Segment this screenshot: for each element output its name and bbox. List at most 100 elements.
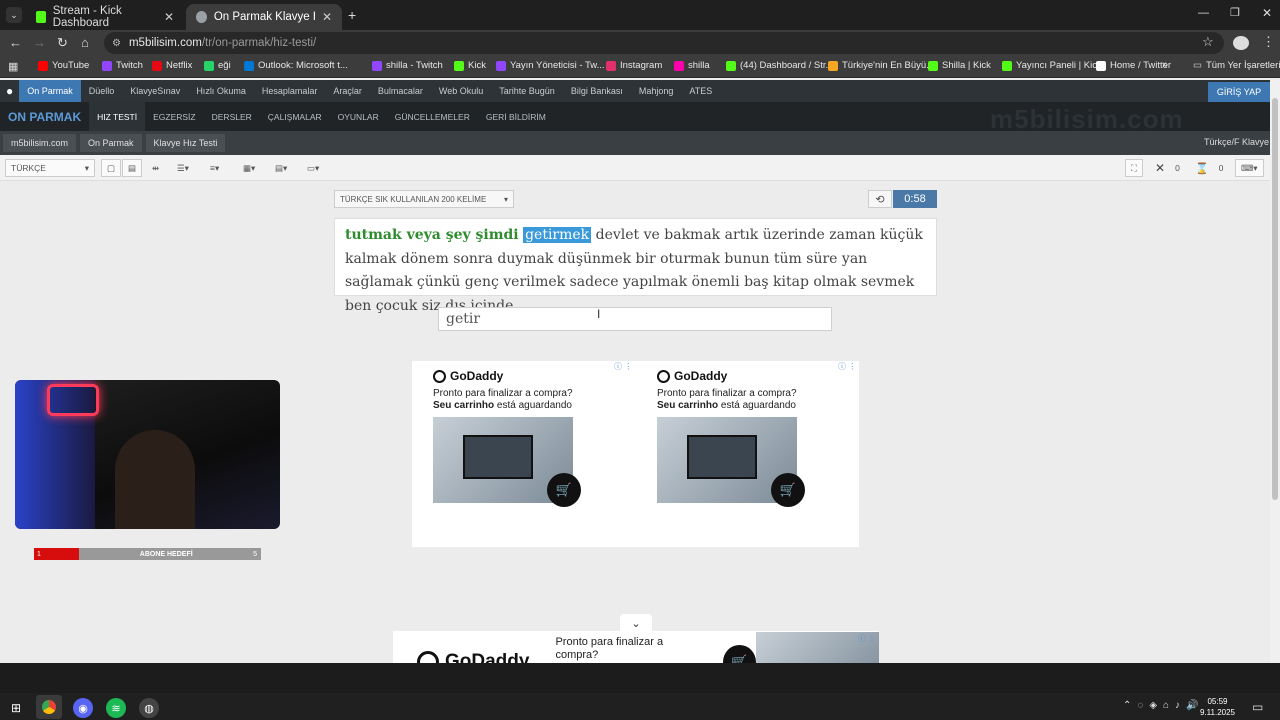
top-nav-item[interactable]: Hızlı Okuma [188, 80, 254, 102]
breadcrumb-item[interactable]: m5bilisim.com [3, 134, 77, 152]
ad-line1: Pronto para finalizar a compra? [657, 388, 797, 399]
ad-block[interactable]: GoDaddy Pronto para finalizar a compra? … [412, 361, 859, 547]
keyboard-layout-label[interactable]: Türkçe/F Klavye [1204, 137, 1269, 147]
reload-icon[interactable]: ↻ [57, 35, 68, 51]
bookmark-label: shilla - Twitch [386, 60, 443, 71]
top-nav-item[interactable]: Web Okulu [431, 80, 491, 102]
top-nav-item[interactable]: Tarihte Bugün [491, 80, 563, 102]
width-icon[interactable]: ⇹ [147, 159, 164, 177]
chevron-down-icon: ▾ [503, 194, 508, 204]
menu-icon[interactable]: ⋮ [1262, 34, 1275, 50]
site-info-icon[interactable]: ⚙ [112, 38, 121, 49]
login-button[interactable]: GİRİŞ YAP [1208, 82, 1270, 102]
tab-on-parmak[interactable]: On Parmak Klavye Hız Testi | m5 ✕ [186, 4, 342, 30]
rows-icon[interactable]: ▤▾ [270, 159, 292, 177]
spotify-icon[interactable]: ≋ [106, 698, 126, 718]
bookmark-item[interactable]: Netflix [152, 60, 192, 71]
ad-info-icon[interactable]: ⓘ ⋮ [858, 633, 876, 644]
bookmark-item[interactable]: Twitch [102, 60, 143, 71]
site-logo-icon[interactable]: ● [0, 80, 19, 102]
sub-nav-item[interactable]: GERİ BİLDİRİM [478, 102, 554, 131]
fullscreen-icon[interactable]: ⛶ [1125, 159, 1143, 177]
discord-icon[interactable]: ◉ [73, 698, 93, 718]
sub-nav-item[interactable]: ÇALIŞMALAR [260, 102, 330, 131]
windows-start-icon[interactable]: ⊞ [6, 698, 26, 718]
top-nav-item[interactable]: ATES [681, 80, 720, 102]
breadcrumb-item[interactable]: Klavye Hız Testi [145, 134, 226, 152]
ad-unit[interactable]: GoDaddy Pronto para finalizar a compra? … [657, 369, 857, 507]
obs-icon[interactable]: ◍ [139, 698, 159, 718]
bookmark-item[interactable]: Türkiye'nin En Büyü... [828, 60, 934, 71]
monitor-icon[interactable]: ▭▾ [302, 159, 324, 177]
bookmark-item[interactable]: Home / Twitter [1096, 60, 1171, 71]
grid-icon[interactable]: ▦▾ [238, 159, 260, 177]
layout-toggle-icon[interactable]: ▢ [101, 159, 122, 177]
sub-nav-item[interactable]: EGZERSİZ [145, 102, 204, 131]
top-nav-item[interactable]: Bilgi Bankası [563, 80, 631, 102]
restore-icon[interactable]: ❐ [1230, 6, 1240, 19]
sub-nav-item[interactable]: OYUNLAR [330, 102, 387, 131]
folder-icon: ▭ [1193, 60, 1202, 71]
sub-nav-item[interactable]: GÜNCELLEMELER [387, 102, 478, 131]
top-nav-item[interactable]: KlavyeSınav [122, 80, 188, 102]
bookmark-star-icon[interactable]: ☆ [1202, 34, 1214, 50]
top-nav-item[interactable]: Araçlar [325, 80, 370, 102]
tab-kick-dashboard[interactable]: Stream - Kick Dashboard ✕ [26, 4, 184, 30]
top-nav-item[interactable]: Mahjong [631, 80, 682, 102]
top-nav-item[interactable]: Hesaplamalar [254, 80, 326, 102]
current-word: getirmek [523, 227, 592, 243]
minimize-icon[interactable]: — [1198, 7, 1209, 19]
streamer-video [115, 430, 195, 529]
wordset-select[interactable]: TÜRKÇE SIK KULLANILAN 200 KELİME ▾ [334, 190, 514, 208]
keyboard-icon[interactable]: ⌨▾ [1235, 159, 1264, 177]
bookmark-item[interactable]: (44) Dashboard / Str... [726, 60, 833, 71]
ad-info-icon[interactable]: ⓘ ⋮ [838, 361, 856, 372]
goal-fill: 1 [34, 548, 80, 560]
apps-grid-icon[interactable]: ▦ [8, 60, 18, 73]
all-bookmarks[interactable]: ▭ Tüm Yer İşaretleri [1193, 60, 1280, 71]
more-bookmarks-icon[interactable]: » [1162, 59, 1168, 71]
new-tab-icon[interactable]: + [348, 7, 356, 23]
bookmark-item[interactable]: shilla - Twitch [372, 60, 443, 71]
close-window-icon[interactable]: ✕ [1262, 6, 1272, 20]
typing-input[interactable] [438, 307, 832, 331]
top-nav-item[interactable]: Düello [81, 80, 123, 102]
bookmark-item[interactable]: Kick [454, 60, 486, 71]
home-icon[interactable]: ⌂ [81, 35, 89, 50]
top-nav-item[interactable]: On Parmak [19, 80, 81, 102]
ad-info-icon[interactable]: ⓘ ⋮ [614, 361, 632, 372]
notification-icon[interactable]: ▭ [1252, 700, 1263, 714]
page-scrollbar[interactable] [1270, 80, 1280, 663]
view-toggle-icon[interactable]: ▤ [122, 159, 143, 177]
language-select[interactable]: TÜRKÇE ▾ [5, 159, 95, 177]
url-field[interactable]: ⚙ m5bilisim.com/tr/on-parmak/hiz-testi/ [104, 32, 1224, 54]
close-tab-icon[interactable]: ✕ [164, 10, 174, 24]
profile-avatar[interactable] [1233, 36, 1249, 50]
brand-title[interactable]: ON PARMAK [0, 110, 89, 124]
bookmark-item[interactable]: YouTube [38, 60, 89, 71]
top-nav-item[interactable]: Bulmacalar [370, 80, 431, 102]
sub-nav-item[interactable]: DERSLER [204, 102, 260, 131]
bookmark-item[interactable]: Shilla | Kick [928, 60, 991, 71]
bookmark-item[interactable]: Yayıncı Paneli | Kick [1002, 60, 1102, 71]
bookmark-item[interactable]: shilla [674, 60, 710, 71]
ad-unit[interactable]: GoDaddy Pronto para finalizar a compra? … [433, 369, 633, 507]
breadcrumb-item[interactable]: On Parmak [80, 134, 142, 152]
chrome-taskbar-icon[interactable] [36, 695, 62, 719]
restart-icon[interactable]: ⟲ [868, 190, 892, 208]
taskbar-clock[interactable]: 05:59 9.11.2025 [1200, 696, 1235, 718]
bookmark-item[interactable]: Instagram [606, 60, 662, 71]
bookmark-item[interactable]: Yayın Yöneticisi - Tw... [496, 60, 605, 71]
tab-search-icon[interactable]: ⌄ [6, 7, 22, 23]
sub-nav-item[interactable]: HIZ TESTİ [89, 102, 146, 131]
ad-brand: GoDaddy [450, 369, 504, 383]
collapse-ad-icon[interactable]: ⌄ [620, 614, 652, 632]
system-tray-icons[interactable]: ⌃◌◈⌂♪🔊 [1123, 700, 1205, 711]
line-spacing-icon[interactable]: ☰▾ [172, 159, 194, 177]
bookmark-item[interactable]: eği [204, 60, 231, 71]
back-icon[interactable]: ← [9, 35, 22, 50]
forward-icon[interactable]: → [33, 35, 46, 50]
bookmark-item[interactable]: Outlook: Microsoft t... [244, 60, 348, 71]
align-icon[interactable]: ≡▾ [205, 159, 224, 177]
close-tab-icon[interactable]: ✕ [322, 10, 332, 24]
